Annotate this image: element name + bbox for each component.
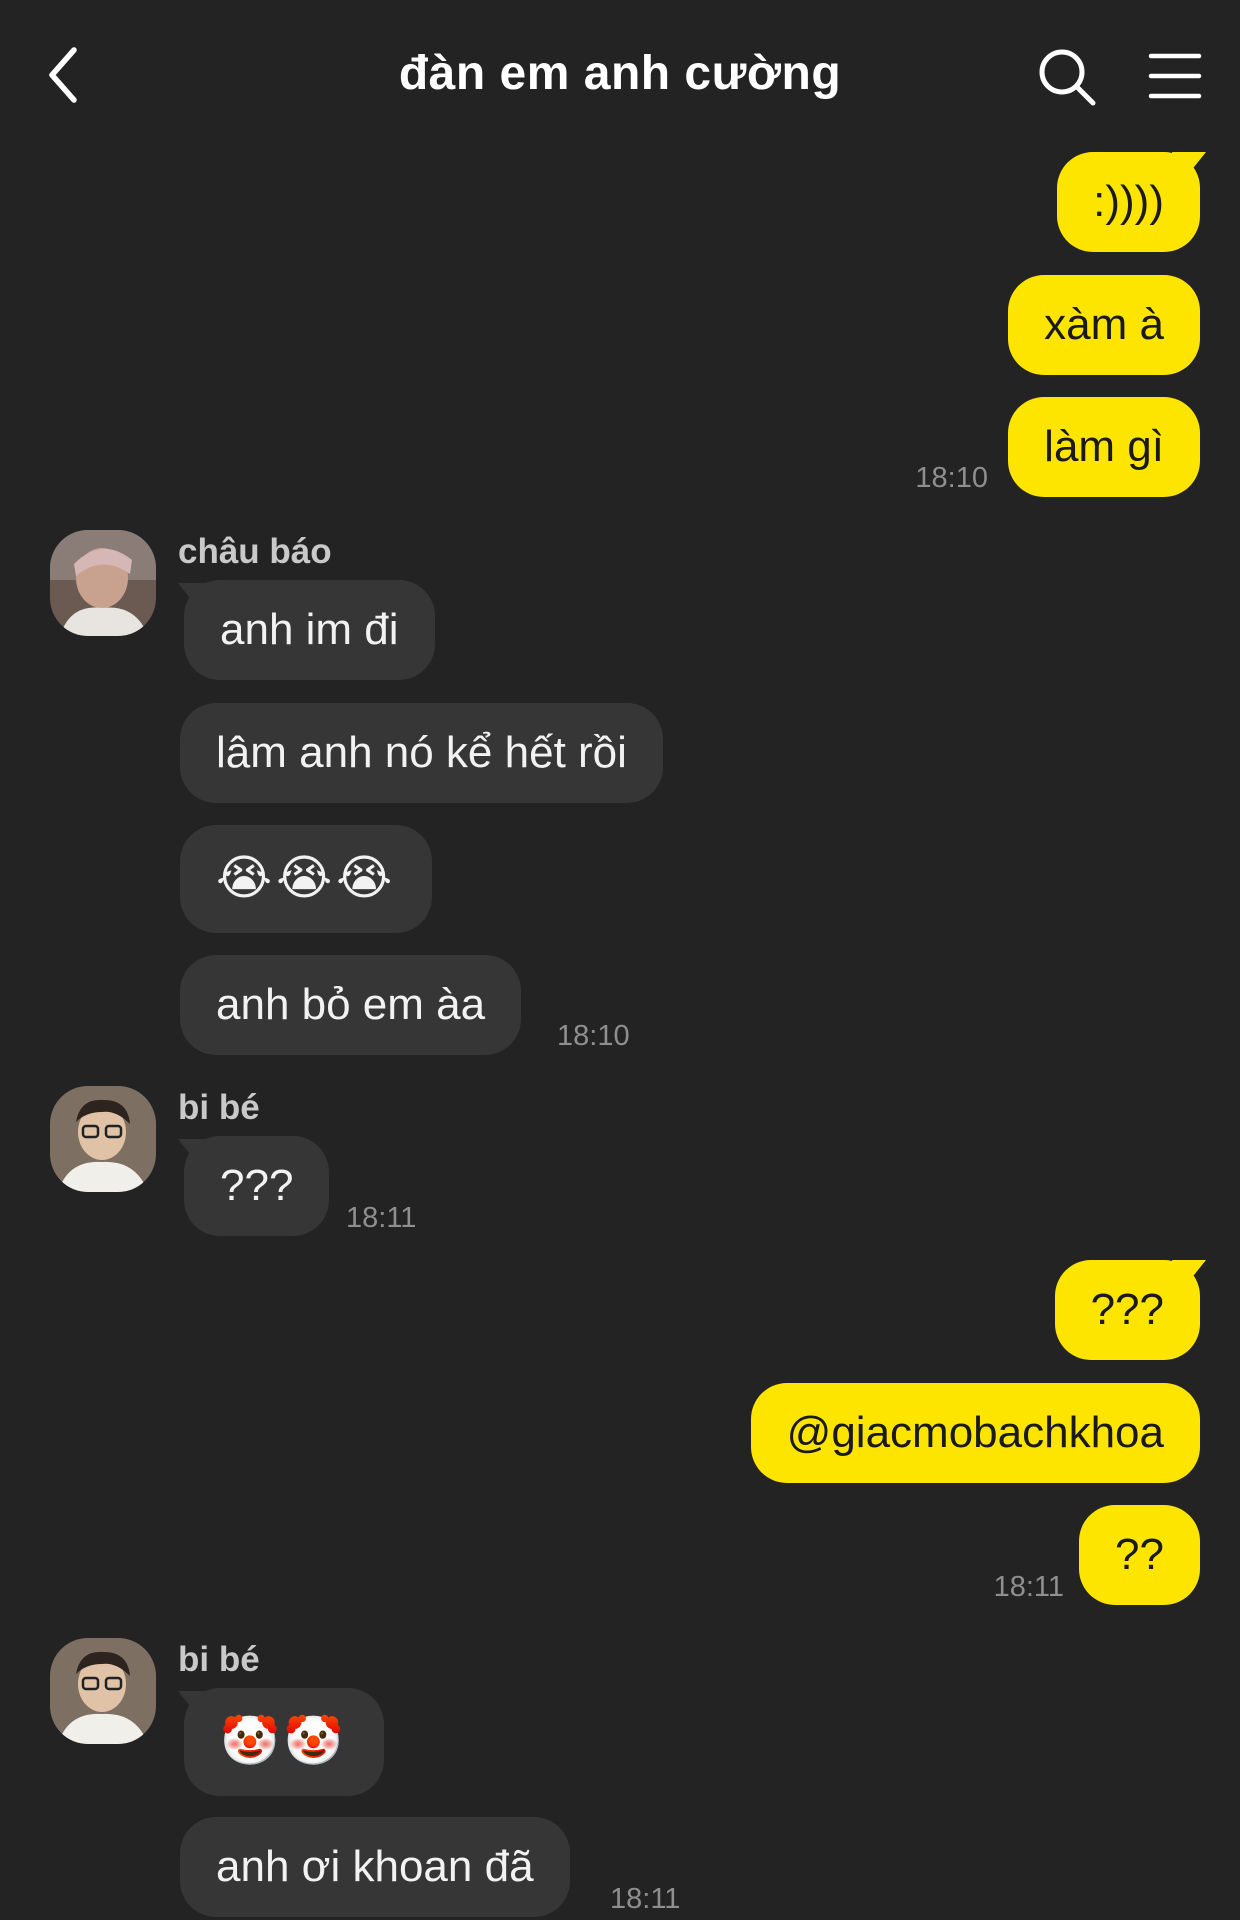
message-time: 18:11 (610, 1883, 681, 1915)
chat-header: đàn em anh cường (0, 0, 1240, 150)
message-time: 18:10 (557, 1020, 630, 1052)
my-message[interactable]: làm gì (1008, 397, 1200, 497)
received-message[interactable]: anh im đi (184, 580, 435, 680)
chat-title: đàn em anh cường (398, 47, 842, 100)
search-button[interactable] (1036, 46, 1098, 108)
hamburger-menu-icon (1148, 53, 1202, 99)
my-message[interactable]: :)))) (1057, 152, 1200, 252)
chat-screen: đàn em anh cường :)))) xàm à làm gì 18:1… (0, 0, 1240, 1920)
sender-name: châu báo (178, 532, 332, 571)
avatar-photo-icon (50, 1638, 156, 1744)
avatar-bi-be[interactable] (50, 1638, 156, 1744)
search-icon (1039, 49, 1096, 106)
my-message[interactable]: xàm à (1008, 275, 1200, 375)
avatar-photo-icon (50, 1086, 156, 1192)
avatar-photo-icon (50, 530, 156, 636)
menu-button[interactable] (1148, 50, 1202, 104)
received-message[interactable]: 🤡🤡 (184, 1688, 384, 1796)
message-time: 18:11 (993, 1571, 1064, 1603)
avatar-chau-bao[interactable] (50, 530, 156, 636)
sender-name: bi bé (178, 1088, 260, 1127)
sender-name: bi bé (178, 1640, 260, 1679)
received-message[interactable]: lâm anh nó kể hết rồi (180, 703, 663, 803)
my-message[interactable]: ??? (1054, 1260, 1200, 1360)
received-message[interactable]: anh bỏ em àa (180, 955, 522, 1055)
back-button[interactable] (40, 40, 90, 110)
avatar-bi-be[interactable] (50, 1086, 156, 1192)
received-message[interactable]: ??? (184, 1136, 330, 1236)
my-message[interactable]: ?? (1079, 1505, 1200, 1605)
message-time: 18:10 (915, 462, 988, 494)
message-time: 18:11 (346, 1202, 417, 1234)
chevron-left-icon (49, 47, 77, 103)
received-message[interactable]: anh ơi khoan đã (180, 1817, 570, 1917)
my-message[interactable]: @giacmobachkhoa (750, 1383, 1200, 1483)
received-message[interactable]: 😭😭😭 (180, 825, 433, 933)
